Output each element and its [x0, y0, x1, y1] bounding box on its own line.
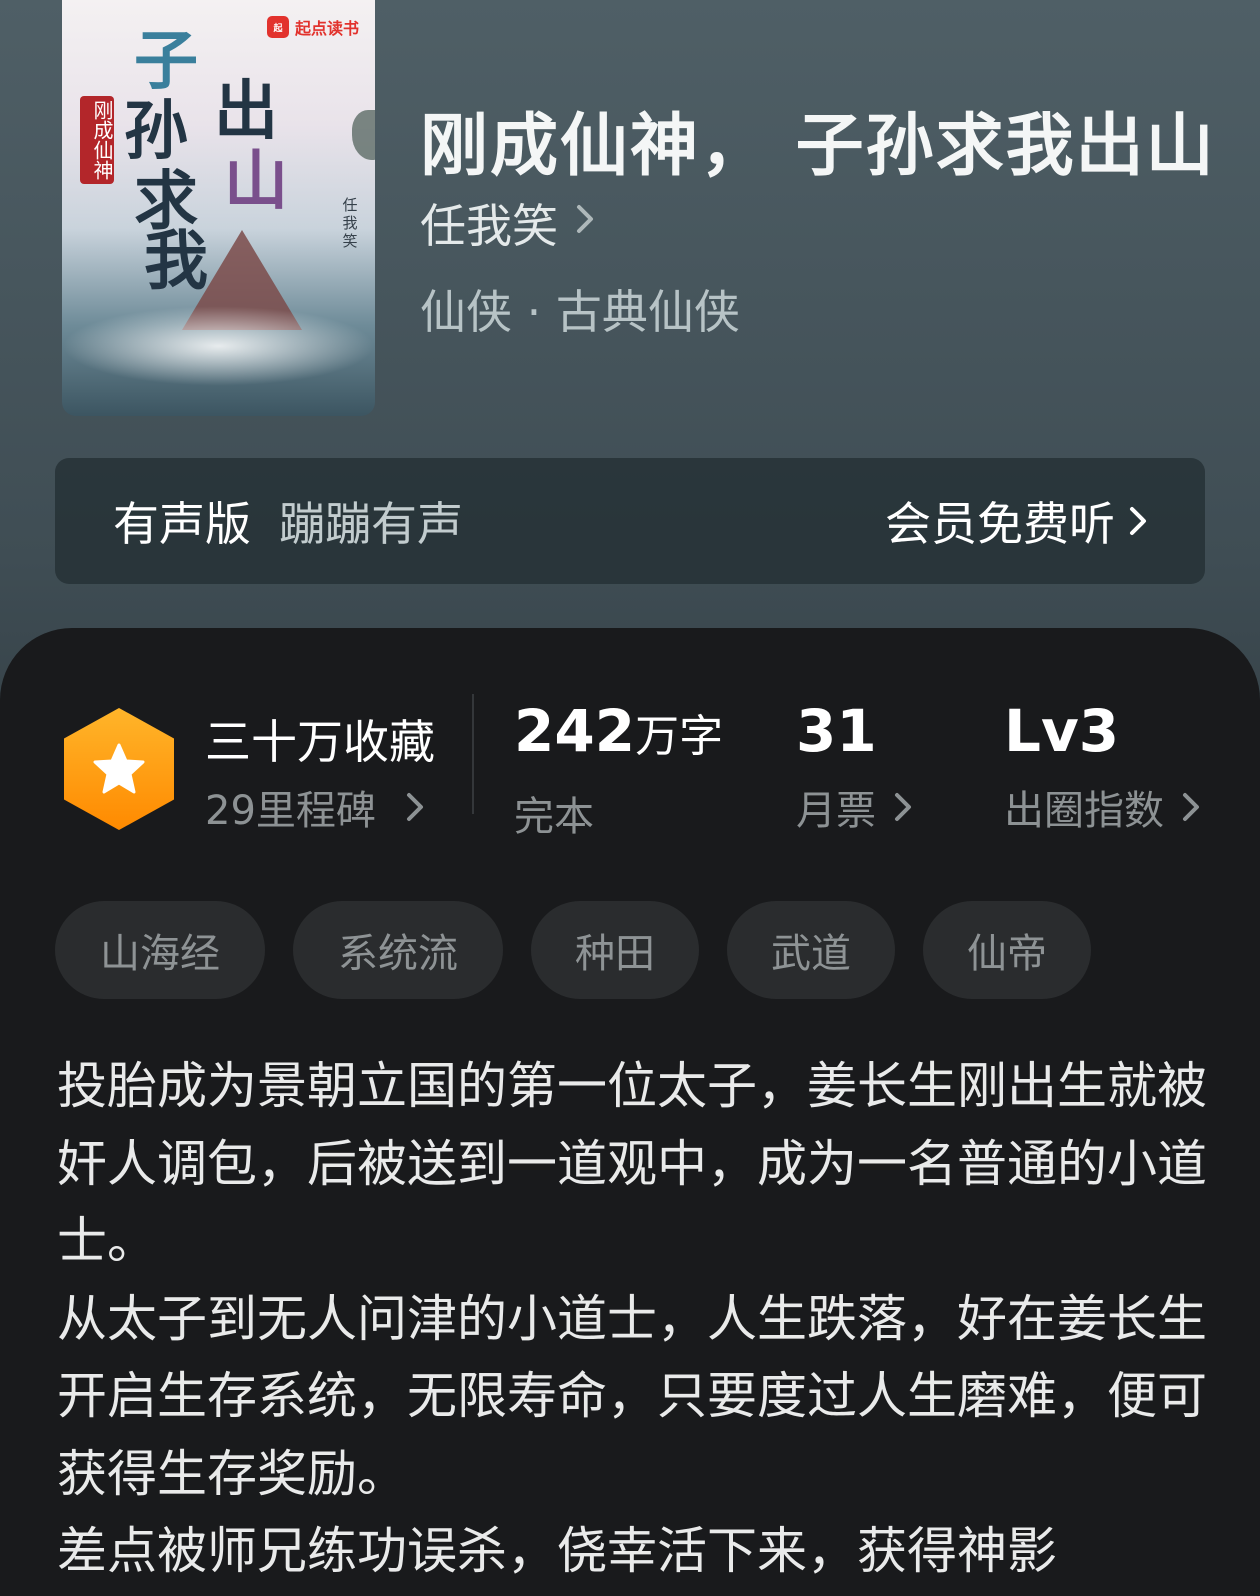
- cover-title: 子 孙 求 我 出 山: [104, 24, 304, 294]
- chevron-right-icon: [406, 793, 423, 821]
- cover-author: 任我笑: [342, 196, 358, 250]
- tag-chip[interactable]: 种田: [531, 901, 699, 999]
- chevron-right-icon: [576, 203, 594, 243]
- monthly-ticket-label: 月票: [796, 788, 876, 834]
- word-count-stat: 242万字 完本: [514, 700, 723, 842]
- author-link[interactable]: 任我笑: [420, 193, 594, 253]
- cover-char: 我: [144, 224, 208, 299]
- book-description[interactable]: 投胎成为景朝立国的第一位太子，姜长生刚出生就被奸人调包，后被送到一道观中，成为一…: [57, 1048, 1207, 1591]
- description-paragraph: 差点被师兄练功误杀，侥幸活下来，获得神影: [57, 1522, 1057, 1580]
- milestones-label: 29里程碑: [205, 788, 376, 834]
- popularity-index-stat[interactable]: Lv3 出圈指数: [1004, 700, 1200, 836]
- star-icon: [93, 743, 145, 794]
- tag-list: 山海经 系统流 种田 武道 仙帝: [55, 901, 1091, 999]
- description-paragraph: 投胎成为景朝立国的第一位太子，姜长生刚出生就被奸人调包，后被送到一道观中，成为一…: [57, 1057, 1207, 1270]
- word-count-value: 242: [514, 697, 636, 765]
- audio-version-label: 有声版: [113, 497, 251, 551]
- tag-chip[interactable]: 仙帝: [923, 901, 1091, 999]
- word-count-unit: 万字: [635, 711, 724, 762]
- cover-char: 孙: [124, 94, 188, 169]
- cover-char: 出: [214, 74, 278, 149]
- stats-divider: [472, 694, 474, 814]
- completion-status: 完本: [514, 794, 594, 840]
- audio-source-name: 蹦蹦有声: [279, 497, 463, 551]
- cover-mist: [62, 306, 375, 386]
- popularity-level-value: Lv3: [1004, 697, 1120, 765]
- chevron-right-icon: [895, 793, 911, 821]
- monthly-ticket-stat[interactable]: 31 月票: [796, 700, 912, 836]
- chevron-right-icon: [1183, 793, 1199, 821]
- milestones-link[interactable]: 29里程碑: [205, 778, 424, 836]
- cover-brand-text: 起点读书: [294, 19, 359, 38]
- author-name: 任我笑: [420, 199, 558, 253]
- description-paragraph: 从太子到无人问津的小道士，人生跌落，好在姜长生开启生存系统，无限寿命，只要度过人…: [57, 1289, 1207, 1503]
- audiobook-bar[interactable]: 有声版 蹦蹦有声 会员免费听: [55, 458, 1205, 584]
- monthly-ticket-value: 31: [796, 697, 877, 765]
- cover-char: 子: [134, 24, 198, 99]
- book-title: 刚成仙神， 子孙求我出山: [420, 106, 1216, 186]
- cover-char: 山: [224, 144, 288, 219]
- chevron-right-icon: [1130, 507, 1146, 535]
- member-free-listen-label: 会员免费听: [885, 497, 1115, 551]
- book-cover[interactable]: 起 起点读书 刚成仙神 子 孙 求 我 出 山 任我笑: [62, 0, 375, 416]
- member-free-listen-button[interactable]: 会员免费听: [885, 488, 1147, 554]
- tag-chip[interactable]: 山海经: [55, 901, 265, 999]
- favorites-count: 三十万收藏: [205, 715, 435, 769]
- popularity-index-label: 出圈指数: [1004, 788, 1164, 834]
- tag-chip[interactable]: 武道: [727, 901, 895, 999]
- genre-label[interactable]: 仙侠 · 古典仙侠: [420, 276, 740, 339]
- cover-floating-rock: [352, 110, 375, 160]
- tag-chip[interactable]: 系统流: [293, 901, 503, 999]
